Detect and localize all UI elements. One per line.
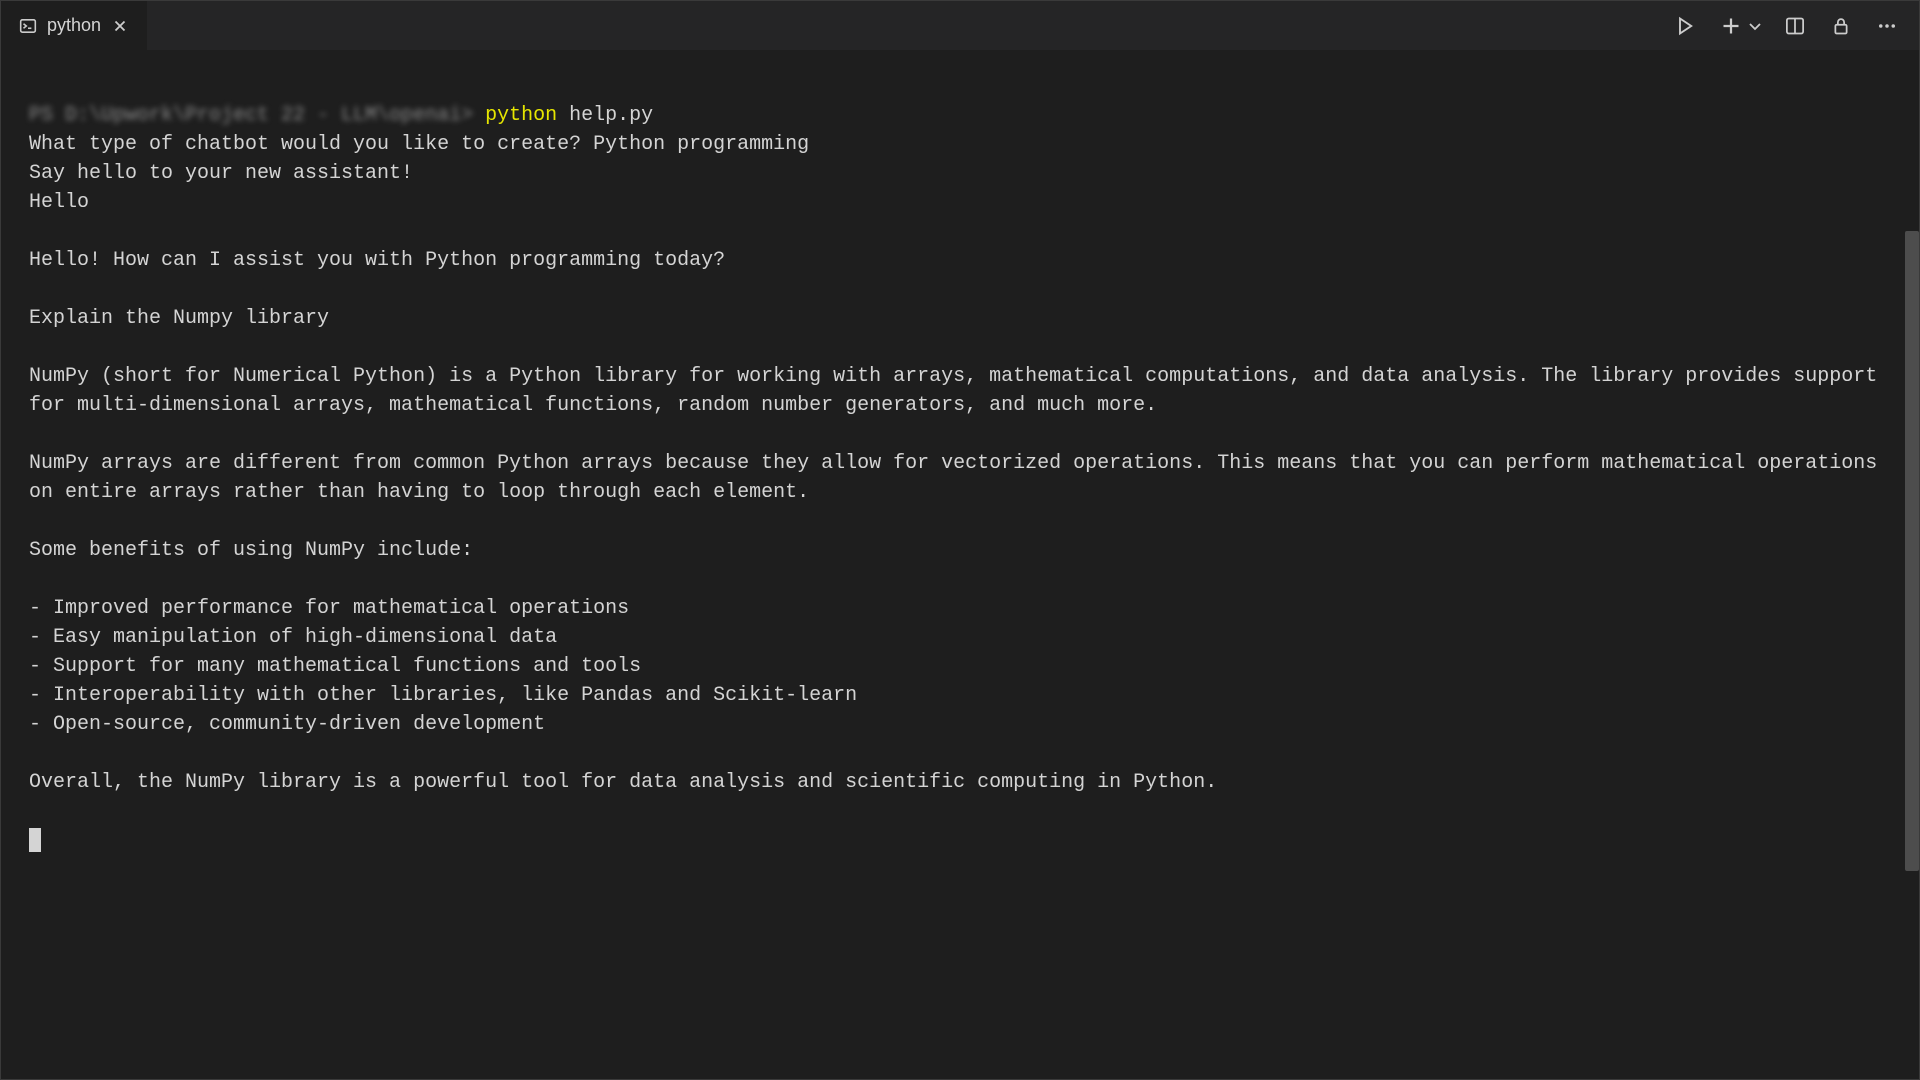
terminal-window: python [0, 0, 1920, 1080]
lock-icon[interactable] [1827, 12, 1855, 40]
tab-python[interactable]: python [1, 1, 148, 50]
output-line: NumPy (short for Numerical Python) is a … [29, 365, 1889, 417]
more-icon[interactable] [1873, 12, 1901, 40]
chevron-down-icon[interactable] [1747, 12, 1763, 40]
new-terminal-button[interactable] [1717, 12, 1763, 40]
output-line: - Open-source, community-driven developm… [29, 713, 545, 736]
plus-icon[interactable] [1717, 12, 1745, 40]
output-line: NumPy arrays are different from common P… [29, 452, 1889, 504]
prompt-path: PS D:\Upwork\Project 22 - LLM\openai> [29, 104, 473, 127]
tab-label: python [47, 15, 101, 36]
terminal-icon [19, 17, 37, 35]
output-line: - Support for many mathematical function… [29, 655, 641, 678]
output-line: Hello! How can I assist you with Python … [29, 249, 725, 272]
terminal-output[interactable]: PS D:\Upwork\Project 22 - LLM\openai> py… [1, 51, 1919, 1079]
output-line: Overall, the NumPy library is a powerful… [29, 771, 1217, 794]
output-line: What type of chatbot would you like to c… [29, 133, 809, 156]
tab-bar: python [1, 1, 1919, 51]
command-python: python [485, 104, 557, 127]
command-arg: help.py [569, 104, 653, 127]
run-icon[interactable] [1671, 12, 1699, 40]
output-line: Say hello to your new assistant! [29, 162, 413, 185]
tabs: python [1, 1, 148, 50]
output-line: - Easy manipulation of high-dimensional … [29, 626, 557, 649]
output-line: - Improved performance for mathematical … [29, 597, 629, 620]
output-line: Some benefits of using NumPy include: [29, 539, 473, 562]
tab-actions [1671, 12, 1919, 40]
output-line: Explain the Numpy library [29, 307, 329, 330]
terminal-cursor [29, 828, 41, 852]
output-line: Hello [29, 191, 89, 214]
scrollbar[interactable] [1905, 231, 1919, 871]
close-icon[interactable] [111, 17, 129, 35]
output-line: - Interoperability with other libraries,… [29, 684, 857, 707]
split-panel-icon[interactable] [1781, 12, 1809, 40]
